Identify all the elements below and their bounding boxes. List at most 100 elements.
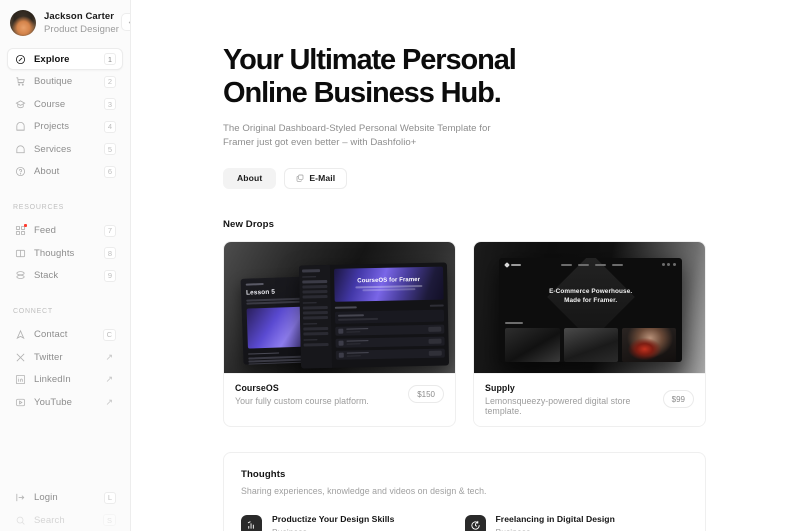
- sidebar-item-key: C: [102, 328, 116, 341]
- thought-title: Productize Your Design Skills: [272, 513, 395, 524]
- avatar: [10, 10, 36, 36]
- sidebar-item-key: 6: [103, 165, 116, 178]
- thoughts-panel-title: Thoughts: [241, 468, 286, 480]
- sidebar-item-label: Boutique: [34, 76, 73, 87]
- thought-category: Business: [496, 527, 615, 531]
- contact-icon: [14, 329, 26, 341]
- section-label-connect: CONNECT: [13, 307, 53, 315]
- card-price-badge: $150: [408, 385, 444, 404]
- sidebar-item-course[interactable]: Course 3: [7, 93, 123, 115]
- sidebar-item-key: S: [102, 514, 116, 526]
- sidebar-item-projects[interactable]: Projects 4: [7, 116, 123, 138]
- thought-item-freelancing[interactable]: Freelancing in Digital Design Business: [464, 513, 689, 531]
- timer-icon: [464, 514, 486, 531]
- notification-dot: [23, 223, 27, 227]
- sidebar-item-label: Stack: [34, 270, 59, 281]
- artwork-line2: Made for Framer.: [564, 296, 618, 304]
- sidebar-item-key: 3: [103, 98, 116, 110]
- card-title: CourseOS: [235, 382, 279, 393]
- thought-category: Business: [272, 527, 394, 531]
- profile-role: Product Designer: [44, 23, 119, 35]
- sidebar-item-key: 5: [103, 143, 116, 155]
- sidebar-item-search[interactable]: Search S: [7, 509, 123, 531]
- sidebar-collapse-button[interactable]: [121, 13, 130, 31]
- profile-name: Jackson Carter: [44, 10, 115, 22]
- bell-icon: [14, 143, 26, 155]
- main-content: Your Ultimate Personal Online Business H…: [131, 0, 800, 531]
- hero-actions: About E-Mail: [223, 167, 800, 189]
- sidebar-item-thoughts[interactable]: Thoughts 8: [7, 242, 123, 264]
- card-footer: Supply Lemonsqueezy-powered digital stor…: [474, 372, 705, 426]
- sidebar: Jackson Carter Product Designer Explore …: [0, 0, 131, 531]
- youtube-icon: [14, 396, 26, 408]
- sidebar-item-twitter[interactable]: Twitter ↗: [7, 346, 123, 368]
- new-drops-heading: New Drops: [223, 218, 275, 230]
- sidebar-connect-nav: Contact C Twitter ↗ LinkedIn ↗ YouTube ↗: [0, 324, 130, 414]
- compass-icon: [14, 53, 26, 65]
- stack-icon: [14, 270, 26, 282]
- sidebar-item-key: 9: [103, 269, 116, 282]
- card-title: Supply: [485, 382, 515, 393]
- sidebar-main-nav: Explore 1 Boutique 2 Course 3 Projects 4…: [0, 48, 130, 183]
- sidebar-resources-nav: Feed 7 Thoughts 8 Stack 9: [0, 220, 130, 287]
- sidebar-item-about[interactable]: About 6: [7, 161, 123, 183]
- card-artwork: Lesson 5 CourseOS for Framer: [224, 241, 455, 373]
- sidebar-item-label: Thoughts: [34, 247, 75, 259]
- sidebar-item-stack[interactable]: Stack 9: [7, 265, 123, 287]
- email-button-label: E-Mail: [309, 173, 336, 184]
- sidebar-item-label: Projects: [34, 121, 70, 132]
- sidebar-item-label: YouTube: [34, 396, 73, 408]
- thoughts-icon: [14, 247, 26, 259]
- product-card-courseos[interactable]: Lesson 5 CourseOS for Framer CourseOS Yo…: [223, 240, 456, 427]
- artwork-line1: E-Commerce Powerhouse.: [549, 287, 633, 295]
- about-button[interactable]: About: [223, 167, 277, 189]
- sidebar-item-linkedin[interactable]: LinkedIn ↗: [7, 369, 123, 391]
- new-drops-cards: Lesson 5 CourseOS for Framer CourseOS Yo…: [223, 240, 800, 427]
- sidebar-item-label: Services: [34, 143, 72, 155]
- feed-icon: [14, 223, 27, 237]
- page-title: Your Ultimate Personal Online Business H…: [223, 44, 553, 110]
- profile-block[interactable]: Jackson Carter Product Designer: [0, 0, 130, 48]
- sidebar-item-services[interactable]: Services 5: [7, 138, 123, 160]
- sidebar-item-label: Twitter: [34, 351, 63, 363]
- artwork-title: CourseOS for Framer: [357, 277, 421, 285]
- sidebar-item-key: ↗: [105, 351, 113, 362]
- about-icon: [14, 166, 26, 178]
- sidebar-item-label: About: [34, 166, 60, 177]
- sidebar-item-login[interactable]: Login L: [7, 487, 123, 509]
- sidebar-item-contact[interactable]: Contact C: [7, 324, 123, 346]
- twitter-icon: [14, 351, 26, 363]
- email-button[interactable]: E-Mail: [284, 167, 348, 189]
- thought-item-productize[interactable]: Productize Your Design Skills Business: [241, 514, 465, 531]
- sidebar-item-explore[interactable]: Explore 1: [7, 48, 123, 70]
- thoughts-panel-subtitle: Sharing experiences, knowledge and video…: [241, 485, 487, 496]
- sidebar-item-label: Login: [34, 492, 58, 503]
- sidebar-item-feed[interactable]: Feed 7: [7, 220, 123, 242]
- about-button-label: About: [237, 173, 263, 184]
- sidebar-item-label: LinkedIn: [34, 374, 71, 385]
- search-icon: [14, 514, 26, 526]
- thought-title: Freelancing in Digital Design: [495, 513, 615, 524]
- sidebar-item-label: Course: [34, 98, 66, 110]
- hero-title-line1: Your Ultimate Personal: [223, 44, 517, 76]
- product-card-supply[interactable]: E-Commerce Powerhouse. Made for Framer.: [473, 240, 706, 427]
- card-price-badge: $99: [662, 390, 694, 409]
- sidebar-item-key: 4: [103, 120, 116, 133]
- section-label-resources: RESOURCES: [13, 203, 65, 211]
- cart-icon: [14, 76, 26, 88]
- bar-chart-icon: [241, 514, 262, 531]
- hero-subtitle: The Original Dashboard-Styled Personal W…: [223, 123, 491, 149]
- sidebar-item-boutique[interactable]: Boutique 2: [7, 71, 123, 93]
- sidebar-item-label: Search: [34, 514, 65, 526]
- sidebar-item-key: 8: [103, 247, 116, 259]
- login-icon: [14, 492, 26, 504]
- sidebar-item-label: Feed: [34, 225, 57, 236]
- card-footer: CourseOS Your fully custom course platfo…: [224, 372, 455, 416]
- hero-title-line2: Online Business Hub.: [223, 77, 502, 110]
- thoughts-list: Productize Your Design Skills Business F…: [241, 514, 688, 531]
- sidebar-item-youtube[interactable]: YouTube ↗: [7, 391, 123, 413]
- copy-icon: [296, 174, 304, 183]
- app-root: Jackson Carter Product Designer Explore …: [0, 0, 800, 531]
- projects-icon: [14, 121, 26, 133]
- sidebar-utility-nav: Login L Search S: [0, 487, 130, 531]
